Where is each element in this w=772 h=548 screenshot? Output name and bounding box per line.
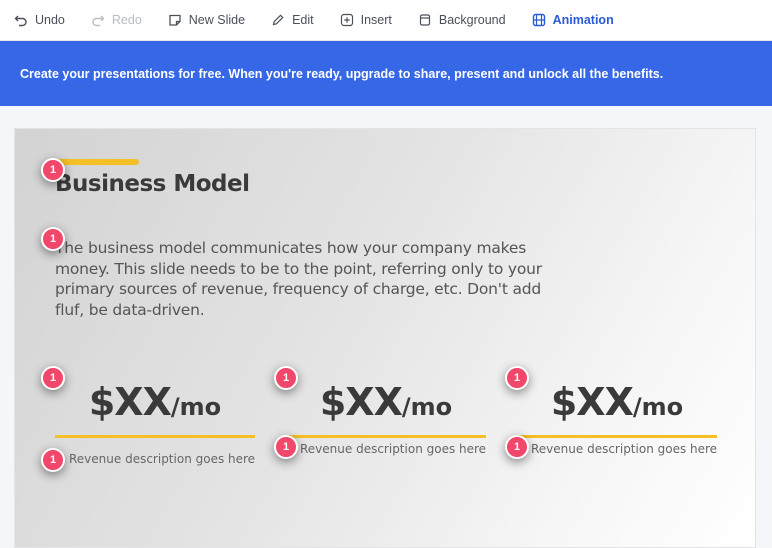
animation-badge-description-1[interactable]: 1 — [41, 448, 65, 472]
animation-badge-price-3[interactable]: 1 — [505, 366, 529, 390]
undo-label: Undo — [35, 13, 65, 27]
new-slide-label: New Slide — [188, 13, 246, 27]
redo-button[interactable]: Redo — [91, 0, 142, 41]
price-column-2: $XX/mo Revenue description goes here — [286, 377, 486, 456]
animation-badge-description[interactable]: 1 — [41, 227, 65, 251]
insert-button[interactable]: Insert — [340, 0, 392, 41]
redo-label: Redo — [111, 13, 142, 27]
slide-title[interactable]: Business Model — [55, 171, 250, 197]
background-button[interactable]: Background — [418, 0, 506, 41]
undo-button[interactable]: Undo — [14, 0, 65, 41]
price-column-3: $XX/mo Revenue description goes here — [517, 377, 717, 456]
banner-text: Create your presentations for free. When… — [20, 66, 664, 81]
price-period: /mo — [401, 393, 453, 421]
insert-label: Insert — [360, 13, 392, 27]
title-accent-bar — [55, 159, 139, 165]
animation-badge-title[interactable]: 1 — [41, 158, 65, 182]
animation-badge-description-3[interactable]: 1 — [505, 435, 529, 459]
animation-button[interactable]: Animation — [532, 0, 614, 41]
price-2[interactable]: $XX/mo — [286, 377, 486, 427]
slide-description[interactable]: The business model communicates how your… — [55, 238, 555, 320]
price-underline — [55, 435, 255, 438]
price-amount: $XX — [319, 380, 403, 424]
background-label: Background — [438, 13, 506, 27]
upgrade-banner: Create your presentations for free. When… — [0, 41, 772, 106]
animation-label: Animation — [552, 13, 614, 27]
background-icon — [419, 14, 430, 26]
price-amount: $XX — [88, 380, 172, 424]
revenue-description-3[interactable]: Revenue description goes here — [517, 442, 717, 456]
animation-badge-price-2[interactable]: 1 — [274, 366, 298, 390]
editor-toolbar: Undo Redo New Slide Edit Insert Backgrou… — [0, 0, 772, 41]
redo-icon — [92, 15, 105, 27]
price-amount: $XX — [550, 380, 634, 424]
animation-icon — [532, 13, 545, 27]
price-period: /mo — [632, 393, 684, 421]
undo-icon — [14, 15, 27, 27]
slide-canvas[interactable]: Business Model The business model commun… — [14, 128, 756, 548]
edit-label: Edit — [292, 13, 314, 27]
edit-button[interactable]: Edit — [271, 0, 314, 41]
price-underline — [286, 435, 486, 438]
price-period: /mo — [170, 393, 222, 421]
animation-badge-description-2[interactable]: 1 — [274, 435, 298, 459]
revenue-description-2[interactable]: Revenue description goes here — [286, 442, 486, 456]
price-1[interactable]: $XX/mo — [55, 377, 255, 427]
slide-canvas-area: Business Model The business model commun… — [0, 106, 772, 548]
new-slide-icon — [169, 14, 181, 26]
price-underline — [517, 435, 717, 438]
animation-badge-price-1[interactable]: 1 — [41, 366, 65, 390]
revenue-description-1[interactable]: Revenue description goes here — [55, 452, 255, 466]
plus-box-icon — [340, 13, 353, 27]
price-3[interactable]: $XX/mo — [517, 377, 717, 427]
price-column-1: $XX/mo Revenue description goes here — [55, 377, 255, 466]
pencil-icon — [272, 14, 284, 26]
new-slide-button[interactable]: New Slide — [168, 0, 245, 41]
